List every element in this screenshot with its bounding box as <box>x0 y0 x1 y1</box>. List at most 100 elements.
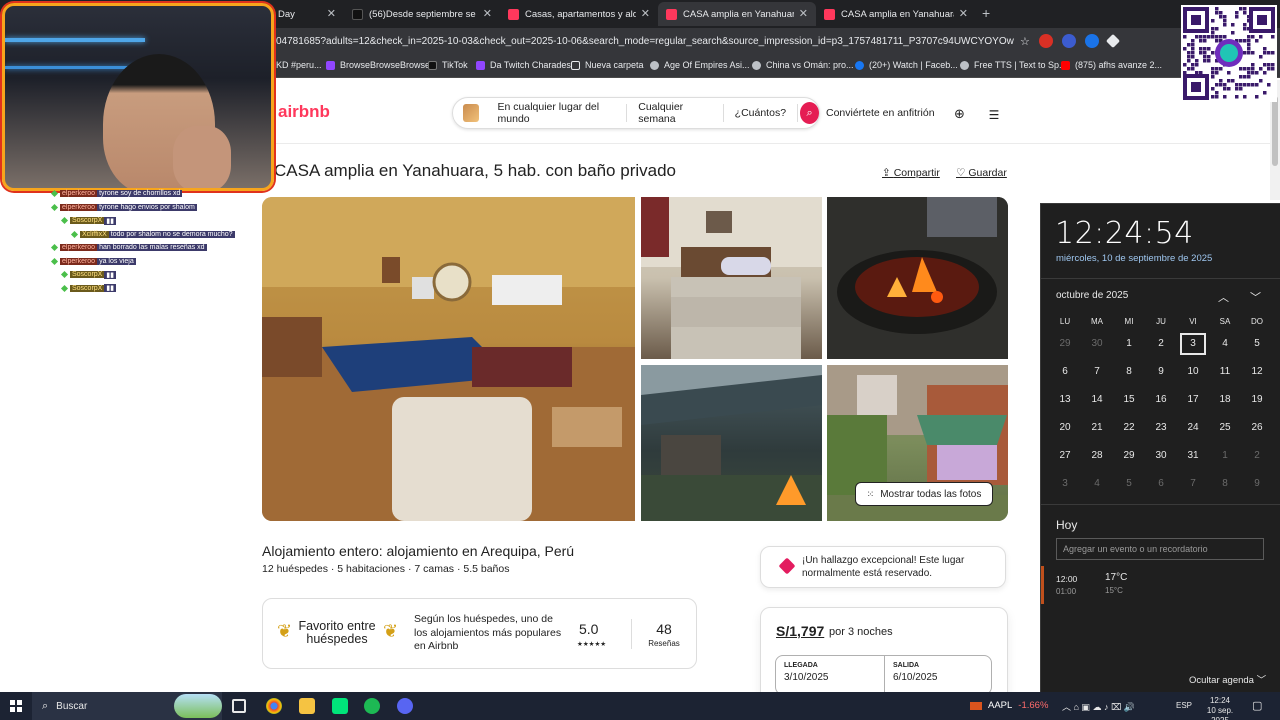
clock-date[interactable]: miércoles, 10 de septiembre de 2025 <box>1056 253 1212 264</box>
calendar-day[interactable]: 20 <box>1049 414 1081 442</box>
bookmark-item[interactable]: TikTok <box>428 60 468 70</box>
close-tab-icon[interactable]: ✕ <box>327 7 336 20</box>
close-tab-icon[interactable]: ✕ <box>641 7 650 20</box>
calendar-day[interactable]: 4 <box>1081 470 1113 498</box>
url-input[interactable]: 04781685?adults=12&check_in=2025-10-03&c… <box>276 36 1014 47</box>
extension-icon[interactable] <box>1105 33 1120 49</box>
guest-favorite-card[interactable]: ❦ Favorito entre huéspedes ❦ Según los h… <box>262 598 697 669</box>
language-indicator[interactable]: ESP <box>1176 701 1192 710</box>
show-all-photos-button[interactable]: ⁙ Mostrar todas las fotos <box>855 482 993 506</box>
calendar-month[interactable]: octubre de 2025 <box>1056 290 1128 301</box>
reviews-label[interactable]: Reseñas <box>645 639 683 648</box>
calendar-day-selected[interactable]: 3 <box>1177 330 1209 358</box>
calendar-day[interactable]: 29 <box>1049 330 1081 358</box>
search-where[interactable]: En cualquier lugar del mundo <box>487 101 628 125</box>
close-tab-icon[interactable]: ✕ <box>799 7 808 20</box>
taskbar-clock[interactable]: 12:24 10 sep. 2025 <box>1200 696 1240 720</box>
calendar-day[interactable]: 21 <box>1081 414 1113 442</box>
calendar-day[interactable]: 30 <box>1081 330 1113 358</box>
reviews-count[interactable]: 48 <box>647 621 681 637</box>
calendar-day[interactable]: 2 <box>1145 330 1177 358</box>
calendar-day[interactable]: 2 <box>1241 442 1273 470</box>
calendar-day[interactable]: 28 <box>1081 442 1113 470</box>
extension-icon[interactable] <box>1084 34 1099 48</box>
calendar-day[interactable]: 9 <box>1241 470 1273 498</box>
browser-tab[interactable]: (56)Desde septiembre se sient ✕ <box>344 2 500 26</box>
scrollbar-thumb[interactable] <box>1272 96 1278 166</box>
calendar-day[interactable]: 23 <box>1145 414 1177 442</box>
bookmark-item[interactable]: (875) afhs avanze 2... <box>1061 60 1162 70</box>
calendar-day[interactable]: 6 <box>1049 358 1081 386</box>
calendar-day[interactable]: 26 <box>1241 414 1273 442</box>
calendar-day[interactable]: 25 <box>1209 414 1241 442</box>
calendar-day[interactable]: 6 <box>1145 470 1177 498</box>
windows-start-icon[interactable] <box>10 700 22 712</box>
calendar-day[interactable]: 7 <box>1177 470 1209 498</box>
calendar-day[interactable]: 14 <box>1081 386 1113 414</box>
close-tab-icon[interactable]: ✕ <box>483 7 492 20</box>
chevron-up-icon[interactable]: ︿ <box>1218 289 1229 305</box>
task-view-icon[interactable] <box>232 699 246 713</box>
calendar-day[interactable]: 4 <box>1209 330 1241 358</box>
price[interactable]: S/1,797 <box>776 623 824 639</box>
photo-bedroom[interactable] <box>641 197 822 359</box>
globe-icon[interactable]: ⊕ <box>954 106 965 122</box>
calendar-day[interactable]: 10 <box>1177 358 1209 386</box>
bookmark-item[interactable]: (20+) Watch | Faceb... <box>855 60 958 70</box>
bookmark-star-icon[interactable]: ☆ <box>1020 35 1030 48</box>
stock-widget[interactable]: AAPL -1.66% <box>970 700 1048 711</box>
bookmark-item[interactable]: China vs Omán: pro... <box>752 60 854 70</box>
calendar-day[interactable]: 1 <box>1113 330 1145 358</box>
notification-icon[interactable]: ▢ <box>1252 699 1262 712</box>
calendar-day[interactable]: 13 <box>1049 386 1081 414</box>
photo-fire-pit[interactable] <box>827 197 1008 359</box>
calendar-day[interactable]: 12 <box>1241 358 1273 386</box>
calendar-day[interactable]: 30 <box>1145 442 1177 470</box>
bookmark-item[interactable]: Age Of Empires Asi... <box>650 60 750 70</box>
browser-tab[interactable]: Day ✕ <box>270 2 344 26</box>
calendar-day[interactable]: 11 <box>1209 358 1241 386</box>
calendar-day[interactable]: 24 <box>1177 414 1209 442</box>
bookmark-item[interactable]: Free TTS | Text to Sp... <box>960 60 1067 70</box>
date-picker[interactable]: LLEGADA 3/10/2025 SALIDA 6/10/2025 <box>775 655 992 696</box>
menu-icon[interactable]: ☰ <box>980 101 1008 129</box>
calendar-day[interactable]: 15 <box>1113 386 1145 414</box>
calendar-day[interactable]: 27 <box>1049 442 1081 470</box>
bookmark-item[interactable]: Nueva carpeta <box>571 60 644 70</box>
photo-main-living-room[interactable] <box>262 197 635 521</box>
taskbar-search[interactable]: ⌕ Buscar <box>32 692 222 720</box>
extension-icon[interactable] <box>1061 34 1076 48</box>
search-bar[interactable]: En cualquier lugar del mundo Cualquier s… <box>452 97 820 129</box>
calendar-day[interactable]: 19 <box>1241 386 1273 414</box>
calendar-day[interactable]: 3 <box>1049 470 1081 498</box>
add-event-input[interactable]: Agregar un evento o un recordatorio <box>1056 538 1264 560</box>
calendar-day[interactable]: 8 <box>1209 470 1241 498</box>
bookmark-item[interactable]: Da Twitch Charades <box>476 60 571 70</box>
hide-agenda-button[interactable]: Ocultar agenda ﹀ <box>1189 672 1266 686</box>
app-icon[interactable] <box>332 698 348 714</box>
calendar-day[interactable]: 22 <box>1113 414 1145 442</box>
search-icon[interactable]: ⌕ <box>800 102 819 124</box>
calendar-day[interactable]: 29 <box>1113 442 1145 470</box>
browser-tab[interactable]: Casas, apartamentos y alquiler ✕ <box>500 2 658 26</box>
calendar-day[interactable]: 17 <box>1177 386 1209 414</box>
calendar-day[interactable]: 8 <box>1113 358 1145 386</box>
checkout-field[interactable]: SALIDA 6/10/2025 <box>884 656 992 696</box>
system-tray-icons[interactable]: ︿ ⌂ ▣ ☁ ♪ ⌧ 🔊 <box>1062 700 1135 713</box>
discord-icon[interactable] <box>397 698 413 714</box>
close-tab-icon[interactable]: ✕ <box>959 7 968 20</box>
new-tab-button[interactable]: + <box>982 5 990 21</box>
calendar-day[interactable]: 16 <box>1145 386 1177 414</box>
calendar-day[interactable]: 5 <box>1241 330 1273 358</box>
become-host-link[interactable]: Conviértete en anfitrión <box>826 107 935 119</box>
calendar-day[interactable]: 5 <box>1113 470 1145 498</box>
file-explorer-icon[interactable] <box>299 698 315 714</box>
calendar-day[interactable]: 7 <box>1081 358 1113 386</box>
search-when[interactable]: Cualquier semana <box>627 101 724 125</box>
bookmark-item[interactable]: KD #peru... <box>276 60 322 70</box>
chevron-down-icon[interactable]: ﹀ <box>1250 289 1261 305</box>
calendar-day[interactable]: 9 <box>1145 358 1177 386</box>
airbnb-logo[interactable]: airbnb <box>278 102 330 122</box>
save-button[interactable]: ♡ Guardar <box>956 167 1007 179</box>
share-button[interactable]: ⇪ Compartir <box>882 167 940 179</box>
